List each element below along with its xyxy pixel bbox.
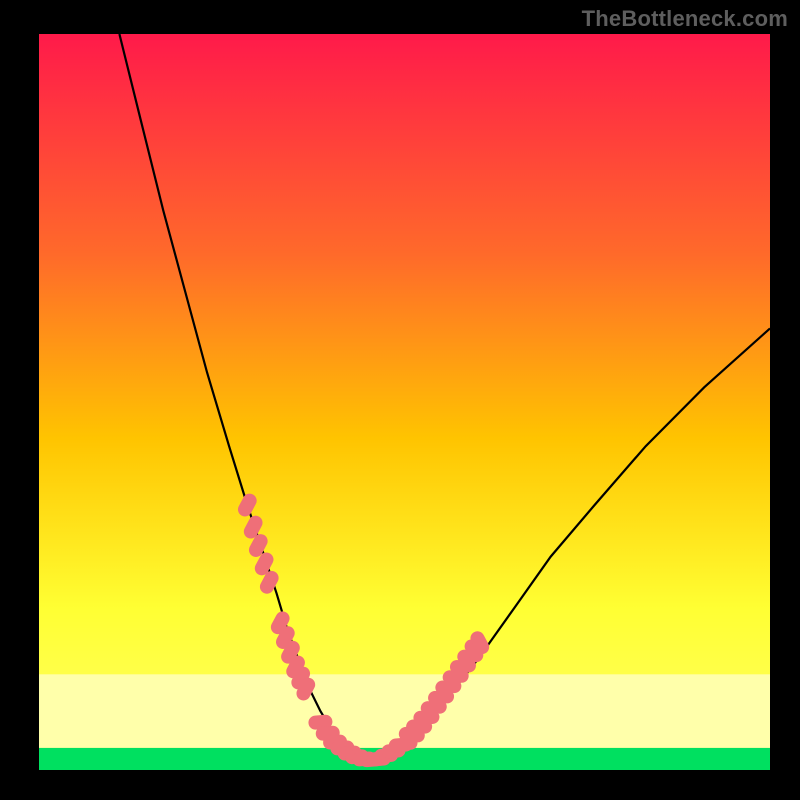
watermark-text: TheBottleneck.com bbox=[582, 6, 788, 32]
bottleneck-chart bbox=[0, 0, 800, 800]
chart-frame: TheBottleneck.com bbox=[0, 0, 800, 800]
plot-background bbox=[39, 34, 770, 770]
